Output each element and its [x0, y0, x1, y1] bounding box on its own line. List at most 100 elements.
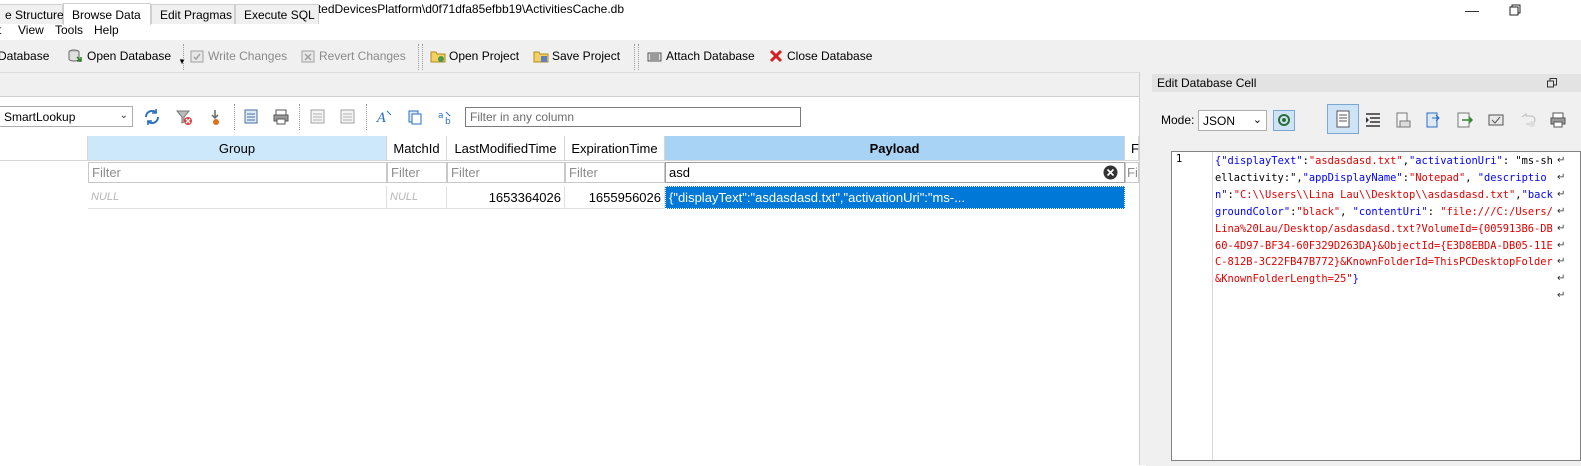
- insert-record-icon[interactable]: [309, 108, 327, 126]
- write-changes-button[interactable]: Write Changes: [189, 46, 287, 66]
- delete-record-icon[interactable]: [339, 108, 357, 126]
- tab-execute-sql[interactable]: Execute SQL: [235, 4, 319, 24]
- json-key: "activationUri": [1408, 155, 1503, 167]
- json-code[interactable]: {"displayText":"asdasdasd.txt","activati…: [1215, 153, 1557, 288]
- import-icon[interactable]: [1394, 111, 1412, 129]
- filter-payload[interactable]: asd: [665, 162, 1125, 183]
- tab-browse-data[interactable]: Browse Data: [63, 3, 151, 25]
- toolbar-separator: [634, 44, 636, 70]
- minimize-icon: —: [1465, 2, 1479, 18]
- column-header-payload-label: Payload: [869, 140, 920, 156]
- svg-text:a: a: [438, 111, 444, 121]
- filter-group-placeholder: Filter: [92, 165, 121, 180]
- write-changes-label: Write Changes: [208, 49, 288, 63]
- wrap-arrow-icon: ↵: [1557, 205, 1566, 217]
- cell-group[interactable]: NULL: [88, 186, 387, 209]
- column-header-group[interactable]: Group: [88, 136, 387, 161]
- save-table-icon[interactable]: [243, 108, 261, 126]
- json-value: "Notepad": [1408, 171, 1466, 184]
- revert-changes-button[interactable]: Revert Changes: [300, 46, 406, 66]
- undo-icon[interactable]: [1519, 111, 1537, 129]
- set-null-icon[interactable]: [1456, 111, 1474, 129]
- word-wrap-icon[interactable]: [1327, 104, 1359, 134]
- cell-matchid[interactable]: NULL: [387, 186, 447, 209]
- save-project-label: Save Project: [552, 49, 621, 63]
- json-key: "displayText": [1221, 155, 1303, 167]
- minimize-button[interactable]: —: [1449, 0, 1495, 20]
- copy-icon[interactable]: [406, 108, 424, 126]
- export-icon[interactable]: [1424, 111, 1442, 129]
- menu-tools[interactable]: Tools: [55, 23, 83, 37]
- tab-edit-pragmas[interactable]: Edit Pragmas: [151, 4, 235, 24]
- wrap-markers: ↵ ↵ ↵ ↵ ↵ ↵ ↵ ↵ ↵: [1557, 153, 1569, 305]
- global-filter-input[interactable]: Filter in any column: [465, 107, 801, 127]
- attach-database-icon: [647, 52, 662, 62]
- tab-edit-pragmas-label: Edit Pragmas: [160, 7, 233, 22]
- refresh-icon[interactable]: [143, 108, 161, 126]
- svg-text:b: b: [445, 117, 451, 126]
- column-header-payload[interactable]: Payload: [665, 136, 1125, 161]
- save-project-button[interactable]: Save Project: [533, 46, 620, 66]
- menu-help[interactable]: Help: [94, 23, 119, 37]
- column-header-lastmodifiedtime[interactable]: LastModifiedTime: [447, 136, 565, 161]
- cell-matchid-value: NULL: [390, 191, 419, 203]
- column-header-matchid[interactable]: MatchId: [387, 136, 447, 161]
- mode-label: Mode:: [1161, 113, 1195, 127]
- write-changes-icon: [190, 50, 204, 63]
- font-icon[interactable]: A: [376, 108, 394, 126]
- auto-format-icon[interactable]: [1273, 110, 1295, 131]
- toolbar-separator: [299, 104, 301, 130]
- filter-group[interactable]: Filter: [88, 162, 387, 183]
- attach-database-button[interactable]: Attach Database: [647, 46, 755, 66]
- print-icon[interactable]: [272, 108, 290, 126]
- maximize-button[interactable]: [1492, 0, 1538, 20]
- restore-icon: [1509, 4, 1521, 16]
- open-database-button[interactable]: Open Database ▼: [68, 46, 186, 66]
- wrap-arrow-icon: ↵: [1557, 256, 1566, 268]
- toolbar-separator: [422, 44, 424, 70]
- close-database-button[interactable]: Close Database: [768, 46, 872, 66]
- filter-next[interactable]: Filter: [1125, 162, 1139, 183]
- wrap-arrow-icon: ↵: [1557, 171, 1566, 183]
- menu-edit[interactable]: t: [0, 23, 1, 37]
- table-select[interactable]: SmartLookup ⌄: [0, 106, 133, 127]
- print-cell-icon[interactable]: [1549, 111, 1567, 129]
- toolbar-separator: [183, 44, 185, 70]
- column-header-expirationtime[interactable]: ExpirationTime: [565, 136, 665, 161]
- clear-filter-icon[interactable]: [1103, 165, 1118, 180]
- chevron-down-icon: ⌄: [119, 110, 128, 121]
- json-key: "contentUri": [1352, 205, 1428, 218]
- revert-changes-label: Revert Changes: [319, 49, 406, 63]
- tab-execute-sql-label: Execute SQL: [244, 7, 315, 22]
- toolbar-separator: [234, 104, 236, 130]
- filter-expirationtime[interactable]: Filter: [565, 162, 665, 183]
- wrap-arrow-icon: ↵: [1557, 273, 1566, 285]
- filter-lastmodifiedtime-placeholder: Filter: [451, 165, 480, 180]
- cell-expirationtime[interactable]: 1655956026: [565, 186, 665, 209]
- indent-icon[interactable]: [1364, 111, 1382, 129]
- column-header-lastmodifiedtime-label: LastModifiedTime: [454, 140, 557, 156]
- clear-filters-icon[interactable]: [175, 108, 193, 126]
- menu-view[interactable]: View: [18, 23, 44, 37]
- float-panel-icon[interactable]: [1547, 78, 1557, 88]
- open-database-icon: [68, 49, 82, 62]
- clear-sorting-icon[interactable]: [206, 108, 224, 126]
- cell-payload[interactable]: {"displayText":"asdasdasd.txt","activati…: [665, 186, 1125, 209]
- open-project-button[interactable]: Open Project: [430, 46, 519, 66]
- new-database-button[interactable]: Database: [0, 46, 49, 66]
- filter-lastmodifiedtime[interactable]: Filter: [447, 162, 565, 183]
- json-key: "appDisplayName": [1302, 171, 1403, 184]
- column-header-next-label: F: [1131, 140, 1139, 156]
- tab-database-structure[interactable]: e Structure: [0, 4, 64, 24]
- column-header-group-label: Group: [218, 140, 256, 156]
- filter-matchid[interactable]: Filter: [387, 162, 447, 183]
- cell-lastmodifiedtime[interactable]: 1653364026: [447, 186, 565, 209]
- find-replace-icon[interactable]: a b: [437, 108, 455, 126]
- mode-select[interactable]: JSON ⌄: [1198, 110, 1267, 131]
- new-database-label: Database: [0, 49, 50, 63]
- open-project-icon: [430, 51, 446, 63]
- column-header-next[interactable]: F: [1125, 136, 1139, 161]
- apply-icon[interactable]: [1487, 111, 1505, 129]
- json-value: "asdasdasd.txt": [1308, 155, 1403, 167]
- column-header-rownum[interactable]: [0, 136, 88, 161]
